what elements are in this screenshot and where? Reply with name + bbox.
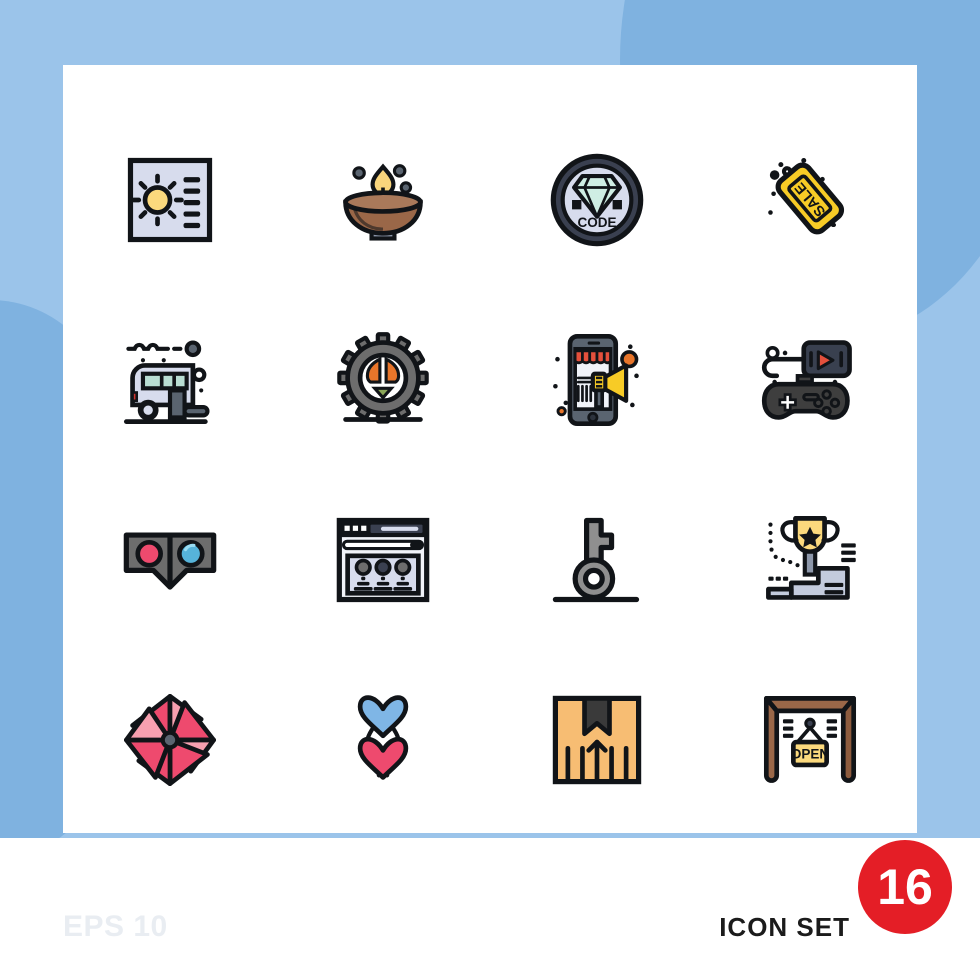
icon-cell-diya-lamp[interactable] (277, 110, 491, 290)
peace-gear-icon (337, 332, 430, 424)
sale-tag-icon: SALE (768, 157, 845, 235)
icon-cell-trophy-podium[interactable] (704, 470, 918, 650)
trophy-podium-icon (766, 516, 857, 600)
icon-grid: CODE SALE OPEN (63, 110, 917, 830)
caravan-trailer-icon (123, 340, 210, 424)
icon-cell-caravan[interactable] (63, 290, 277, 470)
diya-oil-lamp-icon (343, 163, 424, 241)
mobile-marketing-icon (552, 333, 639, 427)
icon-cell-pinwheel[interactable] (63, 650, 277, 830)
icon-set-poster: CODE SALE OPEN EPS 10 ICON SET 16 (0, 0, 980, 980)
brightness-settings-icon (127, 157, 212, 243)
vr-glasses-icon (123, 532, 217, 590)
icon-cell-sale-tag[interactable]: SALE (704, 110, 918, 290)
delivery-box-icon (552, 695, 641, 785)
poster-footer: EPS 10 ICON SET 16 (0, 830, 980, 980)
icon-cell-game-controller[interactable] (704, 290, 918, 470)
icon-cell-vr-glasses[interactable] (63, 470, 277, 650)
icon-count-badge: 16 (858, 840, 952, 934)
key-icon (552, 517, 639, 603)
open-sign-icon: OPEN (764, 696, 857, 783)
icon-cell-code-badge[interactable]: CODE (490, 110, 704, 290)
eps-label: EPS 10 (63, 910, 168, 943)
double-heart-icon (358, 695, 409, 780)
icon-cell-peace-gear[interactable] (277, 290, 491, 470)
icon-cell-brightness-settings[interactable] (63, 110, 277, 290)
icon-cell-open-sign[interactable]: OPEN (704, 650, 918, 830)
icon-cell-double-heart[interactable] (277, 650, 491, 830)
open-sign-text: OPEN (791, 747, 829, 762)
icon-cell-mobile-marketing[interactable] (490, 290, 704, 470)
icon-cell-key[interactable] (490, 470, 704, 650)
code-diamond-badge-icon: CODE (550, 153, 644, 247)
code-badge-text: CODE (577, 215, 616, 230)
pinwheel-icon (123, 693, 216, 787)
game-controller-icon (762, 340, 853, 420)
icon-cell-browser-team-page[interactable] (277, 470, 491, 650)
browser-team-page-icon (336, 517, 430, 603)
icon-set-label: ICON SET (719, 912, 850, 942)
icon-cell-delivery-box[interactable] (490, 650, 704, 830)
